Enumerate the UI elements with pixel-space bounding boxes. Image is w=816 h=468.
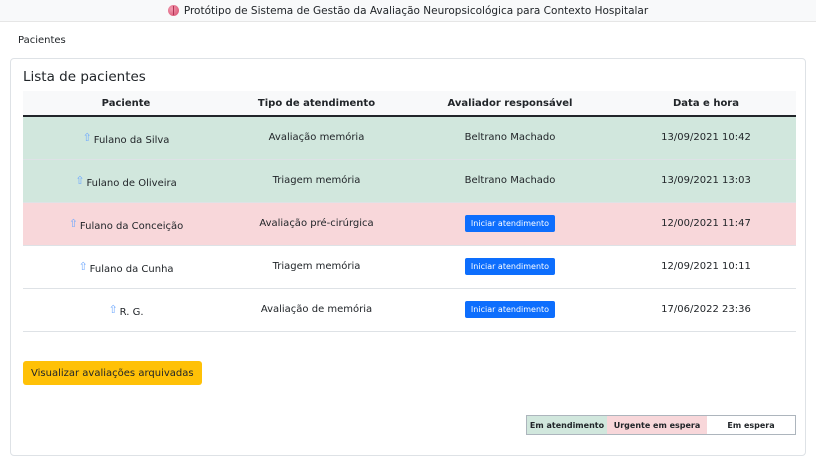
type-cell: Avaliação memória — [229, 116, 404, 160]
app-header: Protótipo de Sistema de Gestão da Avalia… — [0, 0, 816, 22]
table-row[interactable]: ⇧ Fulano da Conceição Avaliação pré-cirú… — [23, 202, 796, 246]
start-service-button[interactable]: Iniciar atendimento — [464, 214, 556, 233]
datetime-cell: 17/06/2022 23:36 — [616, 288, 796, 332]
arrow-up-icon[interactable]: ⇧ — [75, 175, 84, 186]
patient-name: Fulano da Conceição — [79, 220, 184, 232]
patient-name: Fulano da Cunha — [89, 263, 174, 275]
table-row[interactable]: ⇧ Fulano da Silva Avaliação memória Belt… — [23, 116, 796, 160]
patient-cell[interactable]: ⇧ R. G. — [23, 288, 229, 332]
arrow-up-icon[interactable]: ⇧ — [108, 304, 117, 315]
evaluator-cell: Iniciar atendimento — [404, 245, 616, 289]
datetime-cell: 12/09/2021 10:11 — [616, 245, 796, 289]
type-cell: Avaliação de memória — [229, 288, 404, 332]
type-cell: Triagem memória — [229, 245, 404, 289]
patient-cell[interactable]: ⇧ Fulano da Conceição — [23, 202, 229, 246]
type-cell: Triagem memória — [229, 159, 404, 203]
evaluator-cell: Iniciar atendimento — [404, 288, 616, 332]
patient-cell[interactable]: ⇧ Fulano da Silva — [23, 116, 229, 160]
brain-icon — [167, 5, 179, 16]
patient-list-card: Lista de pacientes Paciente Tipo de aten… — [10, 58, 806, 456]
datetime-cell: 13/09/2021 10:42 — [616, 116, 796, 160]
datetime-cell: 12/00/2021 11:47 — [616, 202, 796, 246]
legend-urgent-waiting: Urgente em espera — [607, 416, 707, 434]
header-patient: Paciente — [23, 91, 229, 117]
table-row[interactable]: ⇧ Fulano da Cunha Triagem memória Inicia… — [23, 245, 796, 289]
header-datetime: Data e hora — [616, 91, 796, 117]
status-legend: Em atendimento Urgente em espera Em espe… — [526, 415, 796, 435]
card-title: Lista de pacientes — [23, 69, 146, 85]
header-evaluator: Avaliador responsável — [404, 91, 616, 117]
patient-cell[interactable]: ⇧ Fulano da Cunha — [23, 245, 229, 289]
datetime-cell: 13/09/2021 13:03 — [616, 159, 796, 203]
evaluator-cell: Iniciar atendimento — [404, 202, 616, 246]
patients-table: Paciente Tipo de atendimento Avaliador r… — [23, 91, 796, 332]
start-service-button[interactable]: Iniciar atendimento — [464, 300, 556, 319]
app-title: Protótipo de Sistema de Gestão da Avalia… — [183, 4, 649, 17]
table-row[interactable]: ⇧ Fulano de Oliveira Triagem memória Bel… — [23, 159, 796, 203]
view-archived-button[interactable]: Visualizar avaliações arquivadas — [23, 361, 202, 385]
breadcrumb[interactable]: Pacientes — [18, 35, 66, 46]
evaluator-cell: Beltrano Machado — [404, 116, 616, 160]
patient-cell[interactable]: ⇧ Fulano de Oliveira — [23, 159, 229, 203]
legend-waiting: Em espera — [707, 416, 795, 434]
type-cell: Avaliação pré-cirúrgica — [229, 202, 404, 246]
arrow-up-icon[interactable]: ⇧ — [69, 218, 78, 229]
start-service-button[interactable]: Iniciar atendimento — [464, 257, 556, 276]
table-header-row: Paciente Tipo de atendimento Avaliador r… — [23, 91, 796, 117]
header-type: Tipo de atendimento — [229, 91, 404, 117]
arrow-up-icon[interactable]: ⇧ — [78, 261, 87, 272]
legend-in-service: Em atendimento — [527, 416, 607, 434]
table-row[interactable]: ⇧ R. G. Avaliação de memória Iniciar ate… — [23, 288, 796, 332]
arrow-up-icon[interactable]: ⇧ — [83, 132, 92, 143]
evaluator-cell: Beltrano Machado — [404, 159, 616, 203]
patient-name: Fulano da Silva — [93, 134, 170, 146]
patient-name: Fulano de Oliveira — [86, 177, 177, 189]
patient-name: R. G. — [119, 306, 144, 318]
